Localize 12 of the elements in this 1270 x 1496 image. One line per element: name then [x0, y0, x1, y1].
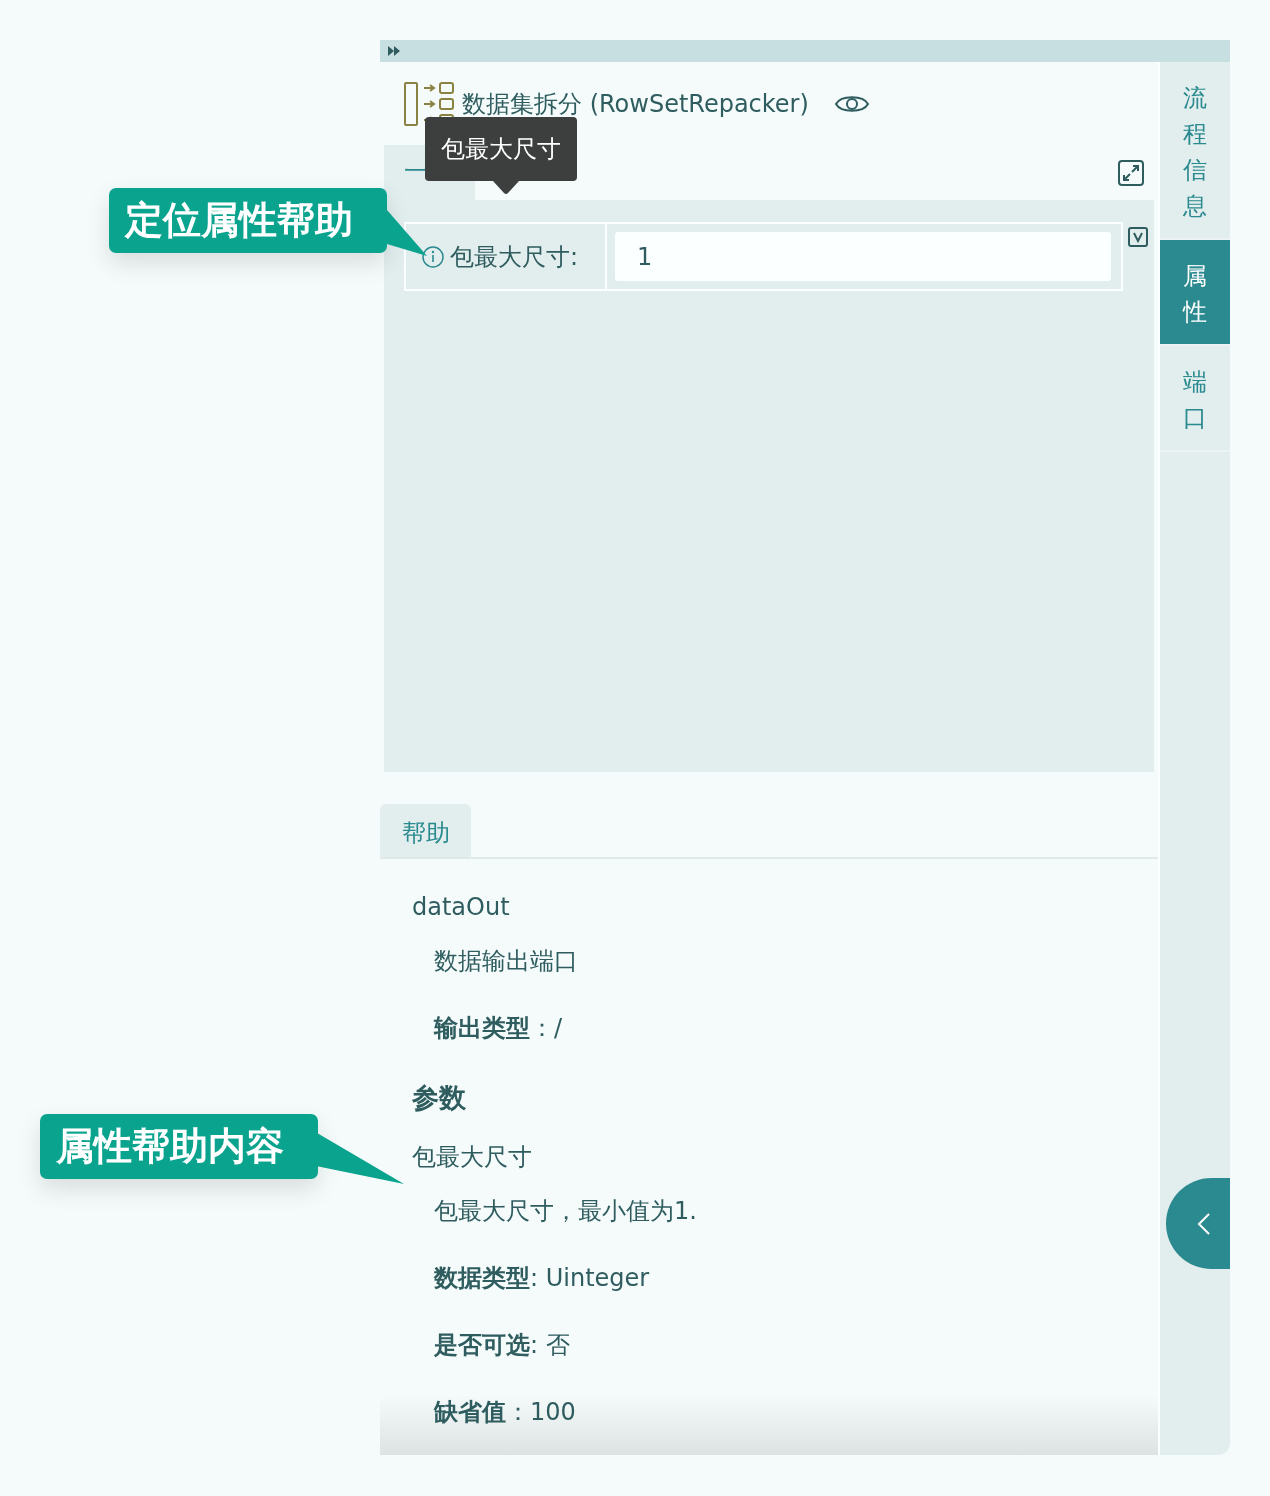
help-item-name: 包最大尺寸	[412, 1142, 532, 1173]
help-field: 输出类型：/	[434, 1011, 563, 1045]
help-field: 数据类型: Uinteger	[434, 1261, 650, 1295]
property-label: 包最大尺寸:	[450, 241, 579, 273]
help-heading: 参数	[412, 1081, 466, 1115]
help-description: 数据输出端口	[434, 946, 578, 977]
help-description: 包最大尺寸，最小值为1.	[434, 1196, 697, 1227]
node-title: 数据集拆分 (RowSetRepacker)	[462, 88, 809, 120]
help-field: 缺省值：100	[434, 1395, 576, 1429]
tooltip: 包最大尺寸	[425, 117, 577, 181]
help-item-name: dataOut	[412, 892, 510, 923]
help-field: 是否可选: 否	[434, 1328, 570, 1362]
